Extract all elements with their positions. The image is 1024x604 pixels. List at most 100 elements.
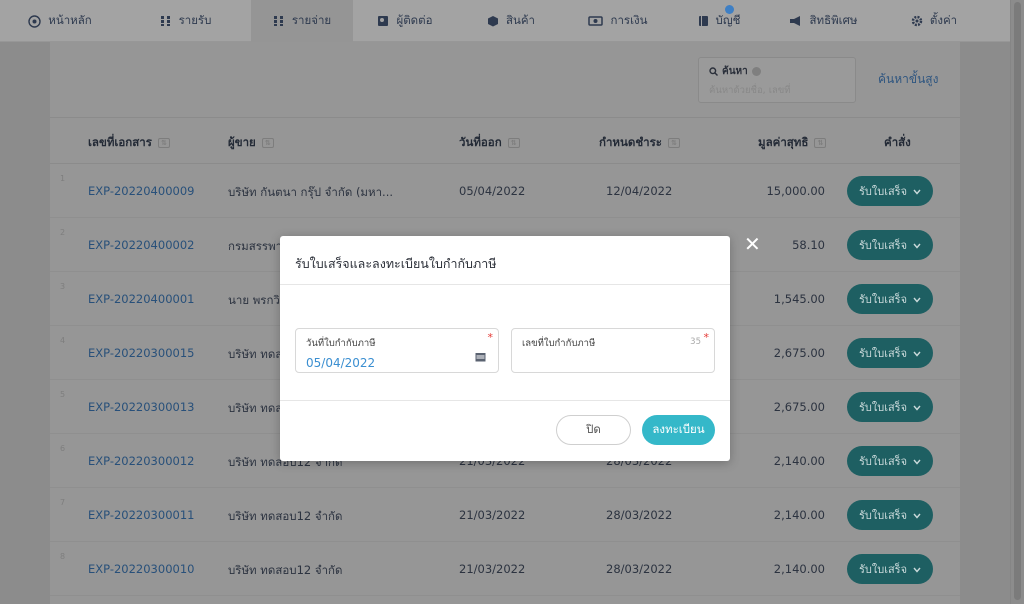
header-issue-date[interactable]: วันที่ออก ⇅ <box>459 134 520 152</box>
field-value: 05/04/2022 <box>306 356 376 370</box>
dialog-title: รับใบเสร็จและลงทะเบียนใบกำกับภาษี <box>295 256 497 271</box>
vendor-cell: บริษัท ทดสอบ12 จำกัด <box>228 563 343 577</box>
nav-item-home[interactable]: หน้าหลัก <box>0 0 120 42</box>
nav-item-product[interactable]: สินค้า <box>457 0 565 42</box>
overlay-close-icon[interactable]: ✕ <box>744 234 761 254</box>
nav-label-finance: การเงิน <box>610 13 648 27</box>
chevron-down-icon <box>913 563 921 576</box>
table-row[interactable]: 1 EXP-20220400009 บริษัท กันตนา กรุ๊ป จำกั… <box>50 164 960 218</box>
search-bar: ค้นหา ค้นหาด้วยชื่อ, เลขที่ ค้นหาขั้นสูง <box>50 42 960 118</box>
income-icon <box>160 15 172 27</box>
required-mark: * <box>703 331 710 344</box>
page-scrollbar[interactable] <box>1010 0 1024 604</box>
header-due-date[interactable]: กำหนดชำระ ⇅ <box>599 134 680 152</box>
document-number-link[interactable]: EXP-20220300015 <box>88 346 194 360</box>
close-button[interactable]: ปิด <box>556 415 631 445</box>
field-label: เลขที่ใบกำกับภาษี <box>522 338 596 349</box>
nav-label-product: สินค้า <box>505 13 536 27</box>
chevron-down-icon <box>913 347 921 360</box>
button-label: รับใบเสร็จ <box>858 185 908 198</box>
document-number-link[interactable]: EXP-20220300010 <box>88 562 194 576</box>
amount-cell: 2,140.00 <box>773 562 825 576</box>
button-label: รับใบเสร็จ <box>858 455 908 468</box>
due-cell: 28/03/2022 <box>606 562 673 576</box>
calendar-icon[interactable] <box>475 347 486 366</box>
header-net-amount[interactable]: มูลค่าสุทธิ ⇅ <box>758 134 827 152</box>
nav-label-home: หน้าหลัก <box>48 13 92 27</box>
header-vendor[interactable]: ผู้ขาย ⇅ <box>228 134 274 152</box>
expense-icon <box>273 15 285 27</box>
document-number-link[interactable]: EXP-20220300013 <box>88 400 194 414</box>
search-icon <box>709 67 718 76</box>
document-number-link[interactable]: EXP-20220400002 <box>88 238 194 252</box>
receive-receipt-button[interactable]: รับใบเสร็จ <box>847 338 933 368</box>
vendor-cell: บริษัท ทดสอบ12 จำกัด <box>228 509 343 523</box>
receive-receipt-button[interactable]: รับใบเสร็จ <box>847 392 933 422</box>
header-label: คำสั่ง <box>884 135 911 149</box>
table-row[interactable]: 8 EXP-20220300010 บริษัท ทดสอบ12 จำกัด 21/0… <box>50 542 960 596</box>
nav-item-expense[interactable]: รายจ่าย <box>251 0 353 42</box>
row-number: 3 <box>60 282 66 291</box>
amount-cell: 58.10 <box>792 238 825 252</box>
nav-item-finance[interactable]: การเงิน <box>565 0 671 42</box>
receive-receipt-button[interactable]: รับใบเสร็จ <box>847 446 933 476</box>
register-button[interactable]: ลงทะเบียน <box>642 415 715 445</box>
nav-label-accounting: บัญชี <box>715 13 741 27</box>
search-label-row: ค้นหา <box>709 64 845 79</box>
row-number: 8 <box>60 552 66 561</box>
chevron-down-icon <box>913 185 921 198</box>
help-icon[interactable] <box>751 67 761 76</box>
nav-label-settings: ตั้งค่า <box>929 13 958 27</box>
row-number: 7 <box>60 498 66 507</box>
nav-item-income[interactable]: รายรับ <box>120 0 251 42</box>
receive-receipt-button[interactable]: รับใบเสร็จ <box>847 284 933 314</box>
button-label: รับใบเสร็จ <box>858 347 908 360</box>
header-label: มูลค่าสุทธิ <box>758 135 809 149</box>
nav-label-income: รายรับ <box>178 13 212 27</box>
header-label: กำหนดชำระ <box>599 135 662 149</box>
search-label: ค้นหา <box>722 66 748 77</box>
notification-badge <box>725 5 734 14</box>
document-number-link[interactable]: EXP-20220400009 <box>88 184 194 198</box>
table-row[interactable]: 7 EXP-20220300011 บริษัท ทดสอบ12 จำกัด 21/0… <box>50 488 960 542</box>
search-input[interactable]: ค้นหา ค้นหาด้วยชื่อ, เลขที่ <box>698 57 856 103</box>
sort-icon[interactable]: ⇅ <box>261 138 274 148</box>
product-box-icon <box>487 15 499 27</box>
advanced-search-link[interactable]: ค้นหาขั้นสูง <box>878 70 938 89</box>
scrollbar-thumb[interactable] <box>1014 2 1021 600</box>
receive-receipt-button[interactable]: รับใบเสร็จ <box>847 500 933 530</box>
field-label: วันที่ใบกำกับภาษี <box>306 338 376 349</box>
vendor-cell: บริษัท กันตนา กรุ๊ป จำกัด (มหา... <box>228 185 394 199</box>
vendor-cell: บริษัท ทดส <box>228 347 283 361</box>
sort-icon[interactable]: ⇅ <box>667 138 680 148</box>
contact-icon <box>377 15 389 27</box>
character-counter: 35 <box>690 337 701 347</box>
receive-receipt-button[interactable]: รับใบเสร็จ <box>847 554 933 584</box>
vendor-cell: นาย พรกวิ <box>228 293 280 307</box>
nav-item-settings[interactable]: ตั้งค่า <box>880 0 988 42</box>
sort-icon[interactable]: ⇅ <box>157 138 170 148</box>
chevron-down-icon <box>913 401 921 414</box>
issue-cell: 21/03/2022 <box>459 562 526 576</box>
tax-invoice-date-field[interactable]: วันที่ใบกำกับภาษี * 05/04/2022 <box>295 328 499 373</box>
issue-cell: 05/04/2022 <box>459 184 526 198</box>
header-document-number[interactable]: เลขที่เอกสาร ⇅ <box>88 134 170 152</box>
document-number-link[interactable]: EXP-20220300012 <box>88 454 194 468</box>
document-number-link[interactable]: EXP-20220300011 <box>88 508 194 522</box>
tax-invoice-number-field[interactable]: เลขที่ใบกำกับภาษี 35 * <box>511 328 715 373</box>
vendor-cell: กรมสรรพา <box>228 239 283 253</box>
nav-item-accounting[interactable]: บัญชี <box>671 0 767 42</box>
receive-receipt-button[interactable]: รับใบเสร็จ <box>847 230 933 260</box>
receive-receipt-dialog: รับใบเสร็จและลงทะเบียนใบกำกับภาษี วันที่… <box>280 236 730 461</box>
sort-icon[interactable]: ⇅ <box>507 138 520 148</box>
document-number-link[interactable]: EXP-20220400001 <box>88 292 194 306</box>
button-label: รับใบเสร็จ <box>858 509 908 522</box>
amount-cell: 2,140.00 <box>773 454 825 468</box>
table-header: เลขที่เอกสาร ⇅ ผู้ขาย ⇅ วันที่ออก ⇅ กำหนดชำ… <box>50 118 960 164</box>
button-label: รับใบเสร็จ <box>858 239 908 252</box>
receive-receipt-button[interactable]: รับใบเสร็จ <box>847 176 933 206</box>
nav-item-contact[interactable]: ผู้ติดต่อ <box>353 0 457 42</box>
nav-item-privileges[interactable]: สิทธิพิเศษ <box>767 0 880 42</box>
sort-icon[interactable]: ⇅ <box>814 138 827 148</box>
due-cell: 28/03/2022 <box>606 508 673 522</box>
